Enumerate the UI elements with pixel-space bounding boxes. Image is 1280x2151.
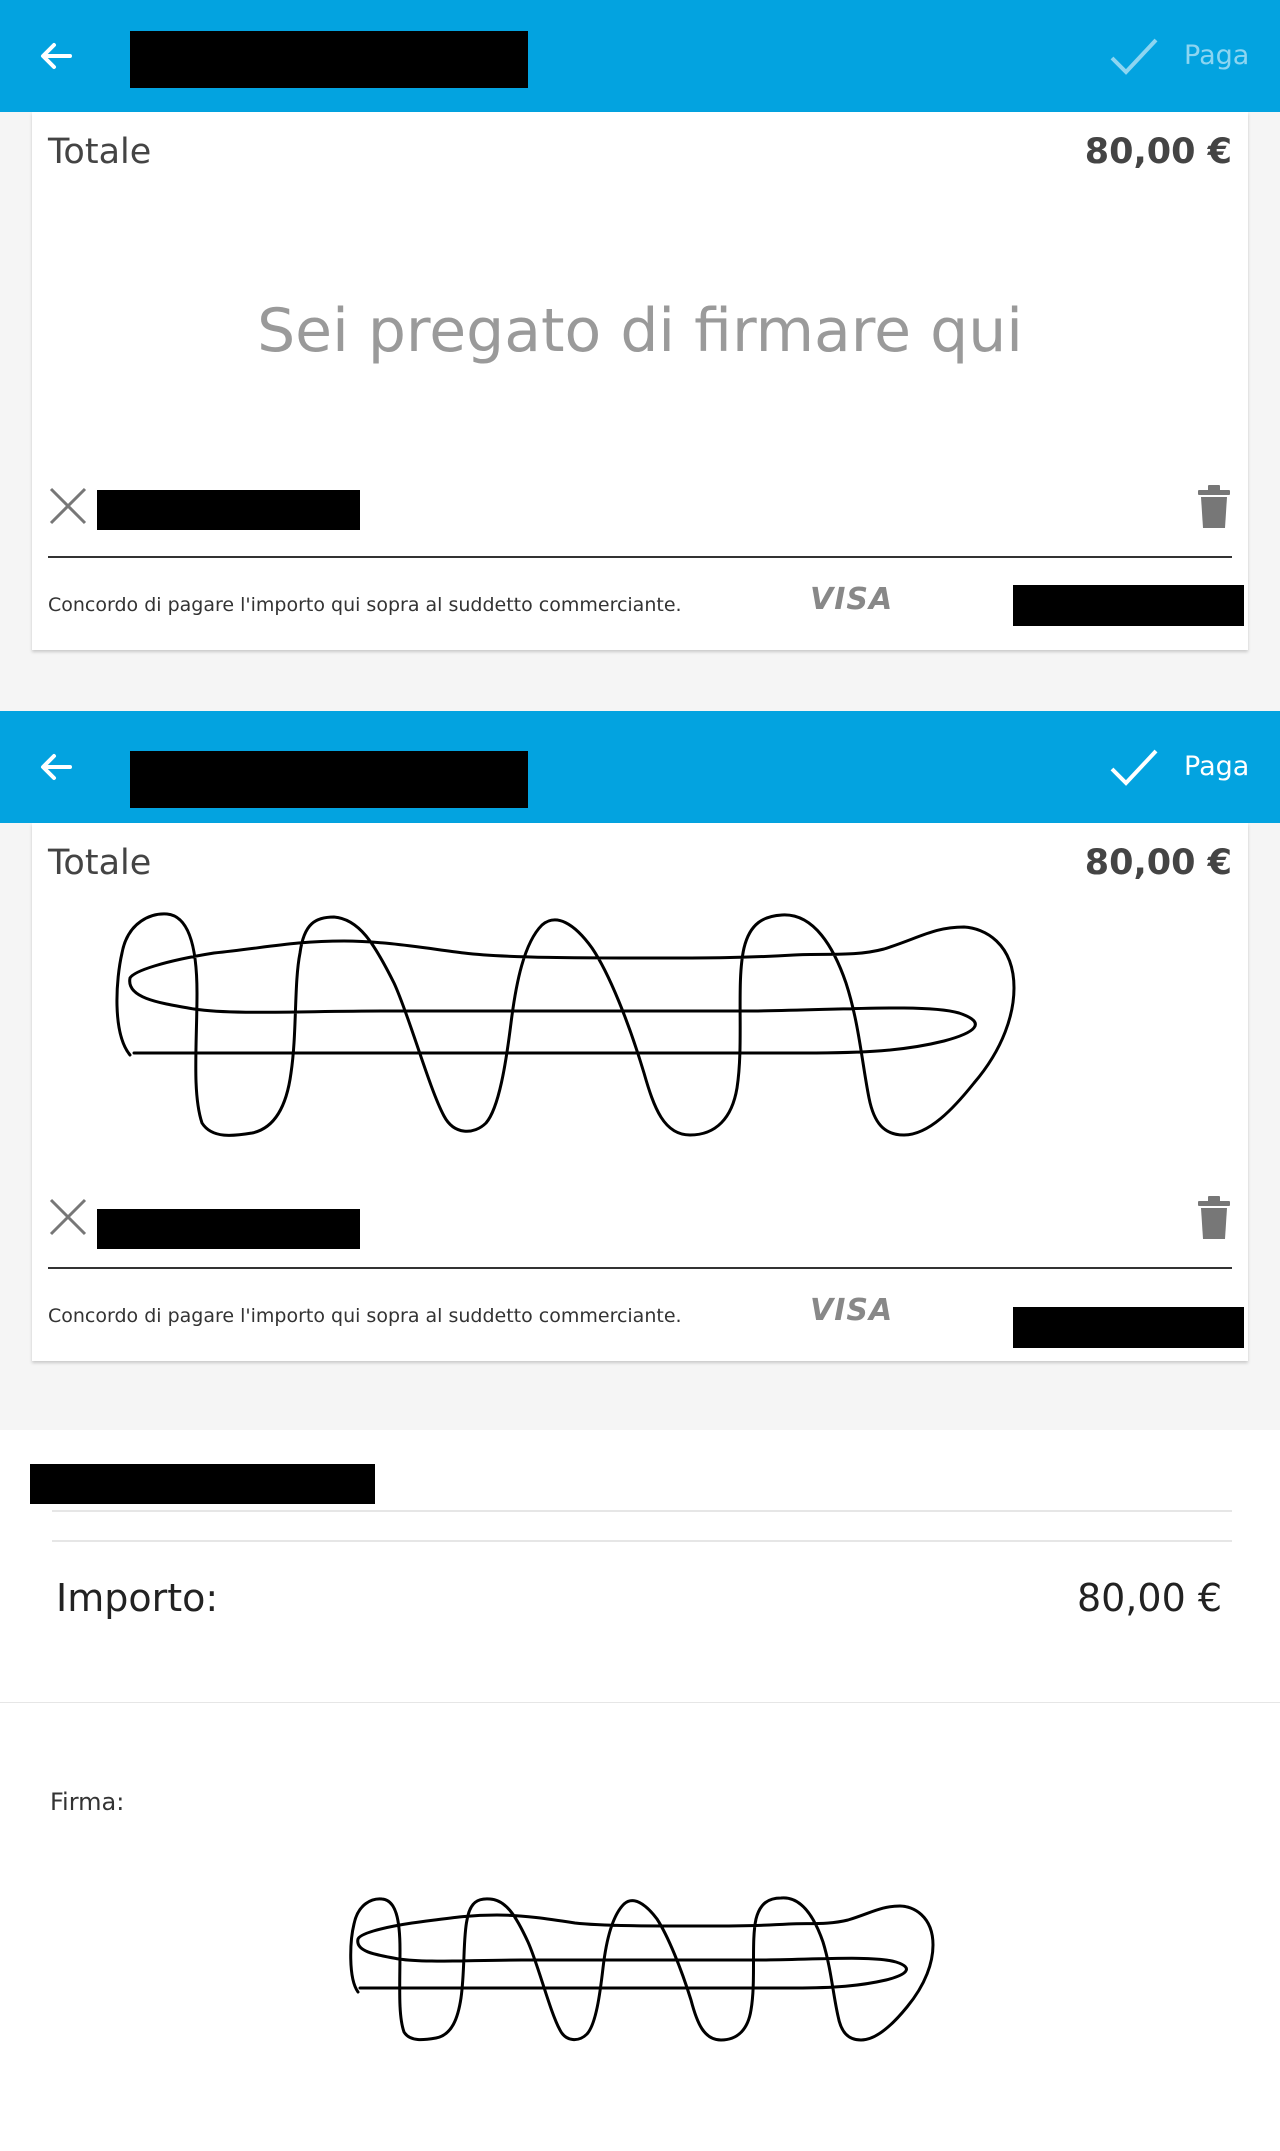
signature-hint[interactable]: Sei pregato di firmare qui — [32, 296, 1248, 366]
pay-button[interactable]: Paga — [1184, 40, 1249, 71]
total-label: Totale — [48, 132, 152, 172]
agreement-text: Concordo di pagare l'importo qui sopra a… — [48, 594, 682, 616]
close-icon[interactable] — [48, 486, 88, 526]
total-value: 80,00 € — [1084, 132, 1232, 172]
divider — [52, 1510, 1232, 1512]
top-app-bar: Paga — [0, 711, 1280, 823]
arrow-left-icon[interactable] — [36, 747, 76, 787]
signature-image — [349, 1896, 935, 2042]
signature-card: Totale 80,00 € Sei pregato di firmare qu… — [32, 112, 1248, 650]
redacted-receipt-header — [30, 1464, 375, 1504]
receipt-panel: Importo: 80,00 € Firma: — [0, 1430, 1280, 2151]
divider — [0, 1702, 1280, 1703]
amount-label: Importo: — [56, 1576, 219, 1620]
trash-icon[interactable] — [1196, 484, 1232, 530]
redacted-cardholder-name — [97, 490, 360, 530]
redacted-card-number — [1013, 585, 1244, 626]
redacted-cardholder-name — [97, 1209, 360, 1249]
trash-icon[interactable] — [1196, 1195, 1232, 1241]
checkmark-icon[interactable] — [1108, 747, 1160, 787]
checkmark-icon[interactable] — [1108, 36, 1160, 76]
total-value: 80,00 € — [1084, 843, 1232, 883]
redacted-merchant-name — [130, 31, 528, 88]
agreement-text: Concordo di pagare l'importo qui sopra a… — [48, 1305, 682, 1327]
signature-line — [48, 1267, 1232, 1269]
signature-line — [48, 556, 1232, 558]
redacted-card-number — [1013, 1307, 1244, 1348]
close-icon[interactable] — [48, 1197, 88, 1237]
total-label: Totale — [48, 843, 152, 883]
visa-logo: VISA — [810, 1293, 894, 1328]
signature-label: Firma: — [50, 1788, 125, 1816]
signature-card: Totale 80,00 € Concordo di pagare l'impo… — [32, 823, 1248, 1361]
visa-logo: VISA — [810, 582, 894, 617]
divider — [52, 1540, 1232, 1542]
top-app-bar: Paga — [0, 0, 1280, 112]
pay-button[interactable]: Paga — [1184, 751, 1249, 782]
redacted-merchant-name — [130, 751, 528, 808]
signature-drawing[interactable] — [104, 903, 1164, 1153]
amount-value: 80,00 € — [1076, 1576, 1222, 1620]
arrow-left-icon[interactable] — [36, 36, 76, 76]
